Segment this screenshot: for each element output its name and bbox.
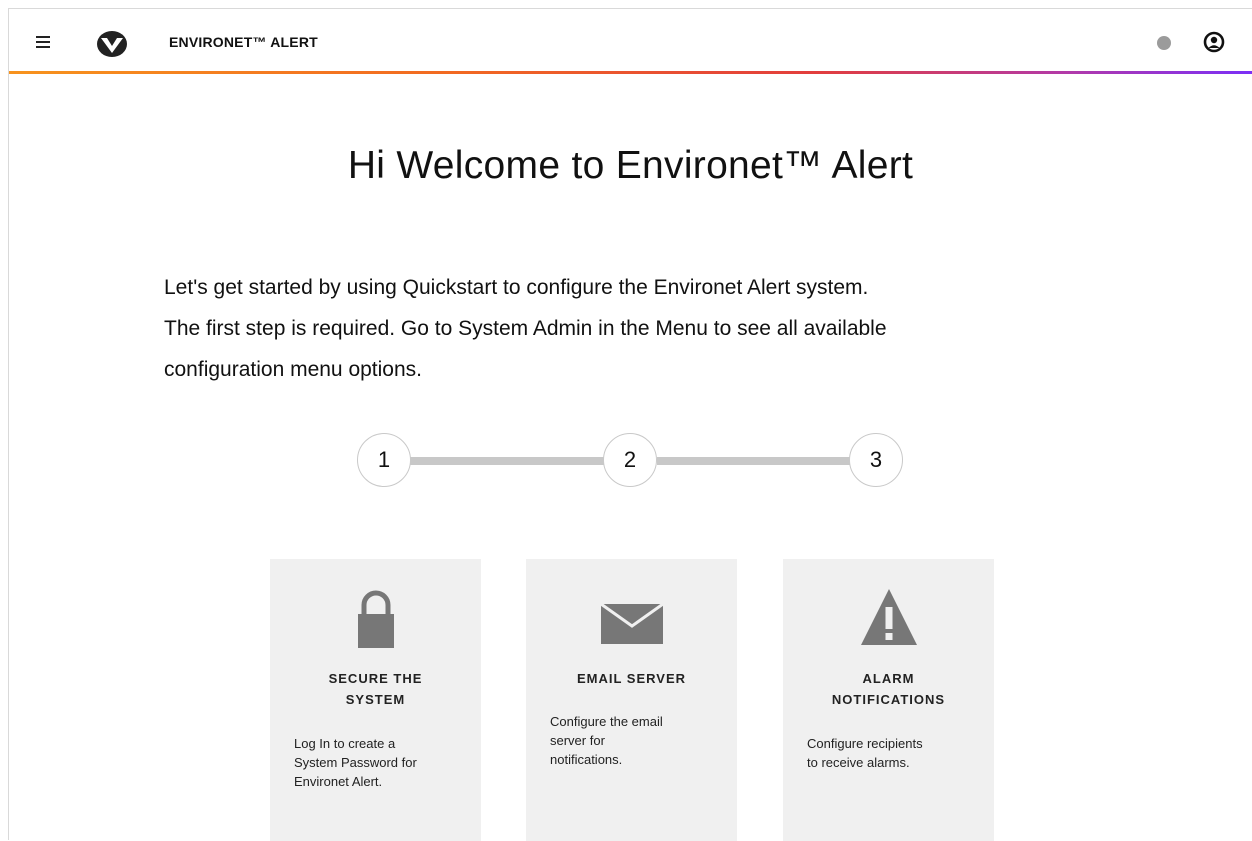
step-3[interactable]: 3	[849, 433, 903, 487]
card-alarm-notifications[interactable]: ALARM NOTIFICATIONS Configure recipients…	[783, 559, 994, 841]
intro-line: configuration menu options.	[164, 358, 422, 381]
card-title-line: NOTIFICATIONS	[831, 692, 946, 707]
card-desc-line: to receive alarms.	[807, 755, 910, 770]
card-desc-line: Log In to create a	[294, 736, 396, 751]
step-2[interactable]: 2	[603, 433, 657, 487]
intro-line: The first step is required. Go to System…	[164, 317, 887, 340]
card-title: SECURE THE SYSTEM	[294, 668, 457, 710]
card-secure-system[interactable]: SECURE THE SYSTEM Log In to create a Sys…	[270, 559, 481, 841]
card-title: ALARM NOTIFICATIONS	[807, 668, 970, 710]
card-desc-line: Environet Alert.	[294, 774, 383, 789]
hamburger-menu-icon[interactable]	[36, 36, 52, 50]
user-account-icon[interactable]	[1203, 31, 1225, 53]
header-accent-bar	[9, 71, 1252, 74]
card-email-server[interactable]: EMAIL SERVER Configure the email server …	[526, 559, 737, 841]
card-desc-line: Configure the email	[550, 714, 663, 729]
card-desc-line: server for	[550, 733, 605, 748]
app-title: ENVIRONET™ ALERT	[169, 34, 318, 50]
step-connector	[657, 457, 853, 465]
step-connector	[409, 457, 605, 465]
step-1[interactable]: 1	[357, 433, 411, 487]
app-frame: ENVIRONET™ ALERT Hi Welcome to Environet…	[8, 8, 1252, 841]
card-title: EMAIL SERVER	[550, 668, 713, 689]
card-desc-line: notifications.	[550, 752, 623, 767]
card-title-line: ALARM	[862, 671, 915, 686]
lock-icon	[270, 585, 481, 649]
status-indicator	[1157, 36, 1171, 50]
top-bar: ENVIRONET™ ALERT	[9, 9, 1252, 71]
card-description: Log In to create a System Password for E…	[294, 734, 461, 791]
card-title-line: EMAIL SERVER	[576, 671, 687, 686]
vertiv-logo-icon	[95, 29, 129, 59]
intro-text: Let's get started by using Quickstart to…	[164, 267, 1104, 390]
intro-line: Let's get started by using Quickstart to…	[164, 276, 869, 299]
card-title-line: SYSTEM	[345, 692, 406, 707]
card-description: Configure recipients to receive alarms.	[807, 734, 974, 772]
card-description: Configure the email server for notificat…	[550, 712, 717, 769]
page-title: Hi Welcome to Environet™ Alert	[347, 144, 914, 187]
card-title-line: SECURE THE	[328, 671, 423, 686]
envelope-icon	[526, 585, 737, 649]
warning-icon	[783, 585, 994, 649]
card-desc-line: System Password for	[294, 755, 417, 770]
card-desc-line: Configure recipients	[807, 736, 923, 751]
quickstart-stepper: 1 2 3	[357, 433, 905, 489]
